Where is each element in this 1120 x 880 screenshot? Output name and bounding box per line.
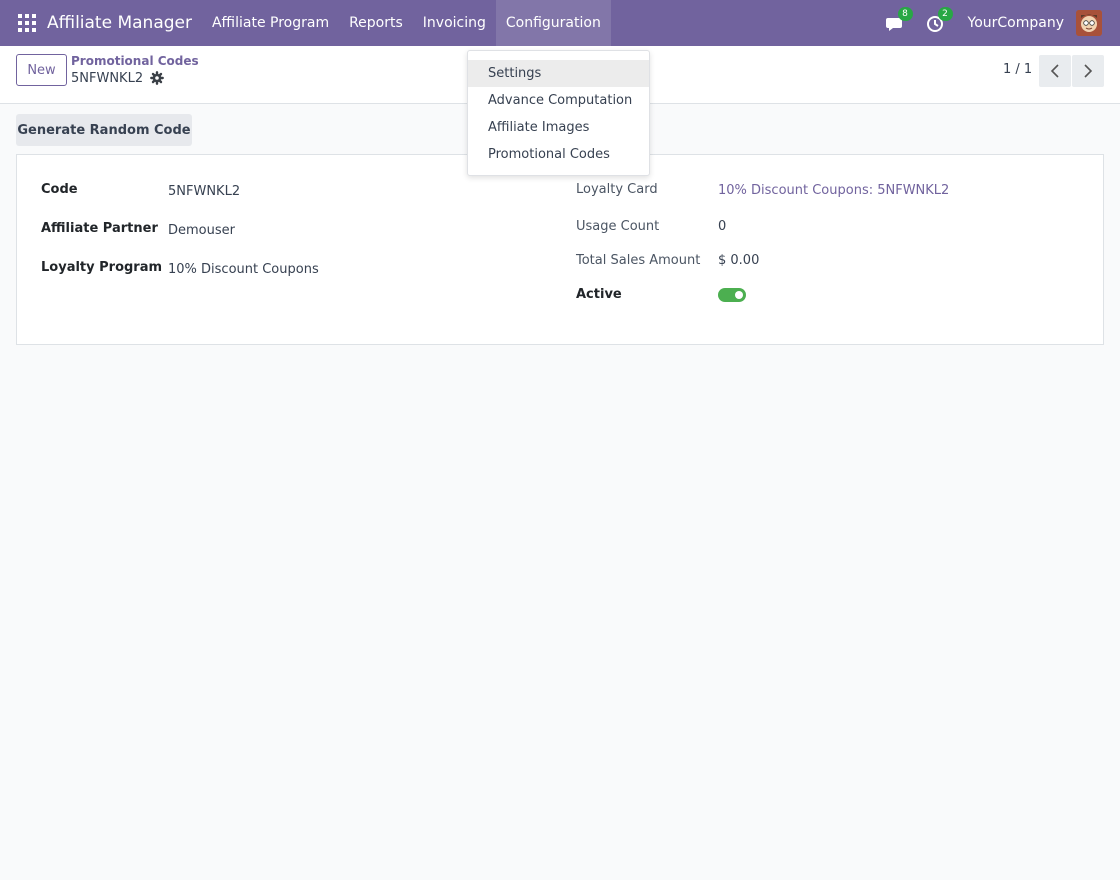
usage-count-label: Usage Count xyxy=(576,219,660,234)
configuration-dropdown: Settings Advance Computation Affiliate I… xyxy=(467,50,650,176)
loyalty-program-field[interactable]: 10% Discount Coupons xyxy=(168,262,319,277)
activities-badge: 2 xyxy=(937,7,953,21)
systray: 8 2 YourCompany xyxy=(885,0,1120,46)
menu-item-affiliate-images[interactable]: Affiliate Images xyxy=(468,114,649,141)
total-sales-amount-field: $ 0.00 xyxy=(718,253,760,268)
avatar-face-icon xyxy=(1076,10,1102,36)
affiliate-partner-label: Affiliate Partner xyxy=(41,221,158,236)
code-field[interactable]: 5NFWNKL2 xyxy=(168,184,240,199)
breadcrumb-current-record: 5NFWNKL2 xyxy=(71,71,144,86)
chevron-right-icon xyxy=(1084,64,1093,78)
generate-random-code-button[interactable]: Generate Random Code xyxy=(16,114,192,146)
active-toggle[interactable] xyxy=(718,288,746,302)
loyalty-card-link[interactable]: 10% Discount Coupons: 5NFWNKL2 xyxy=(718,183,949,198)
pager-previous-button[interactable] xyxy=(1039,55,1071,87)
activities-button[interactable]: 2 xyxy=(926,7,953,33)
menu-invoicing[interactable]: Invoicing xyxy=(413,0,496,46)
usage-count-field: 0 xyxy=(718,219,727,234)
gear-icon[interactable] xyxy=(150,71,164,85)
chevron-left-icon xyxy=(1050,64,1059,78)
active-label: Active xyxy=(576,287,622,302)
main-menu: Affiliate Program Reports Invoicing Conf… xyxy=(202,0,611,46)
loyalty-program-label: Loyalty Program xyxy=(41,260,163,275)
new-button[interactable]: New xyxy=(16,54,67,86)
total-sales-amount-label: Total Sales Amount xyxy=(576,253,701,268)
menu-reports[interactable]: Reports xyxy=(339,0,413,46)
code-label: Code xyxy=(41,182,78,197)
top-navbar: Affiliate Manager Affiliate Program Repo… xyxy=(0,0,1120,46)
affiliate-partner-field[interactable]: Demouser xyxy=(168,223,235,238)
messages-button[interactable]: 8 xyxy=(885,7,913,33)
loyalty-card-label: Loyalty Card xyxy=(576,182,658,197)
form-sheet: Code 5NFWNKL2 Affiliate Partner Demouser… xyxy=(16,154,1104,345)
pager-next-button[interactable] xyxy=(1072,55,1104,87)
app-name[interactable]: Affiliate Manager xyxy=(47,13,192,33)
pager-value[interactable]: 1 / 1 xyxy=(1003,62,1032,77)
menu-affiliate-program[interactable]: Affiliate Program xyxy=(202,0,339,46)
messages-badge: 8 xyxy=(897,7,913,21)
menu-item-settings[interactable]: Settings xyxy=(468,60,649,87)
company-switcher[interactable]: YourCompany xyxy=(968,15,1065,31)
app-grid-icon[interactable] xyxy=(18,14,36,32)
menu-item-promotional-codes[interactable]: Promotional Codes xyxy=(468,141,649,168)
menu-configuration[interactable]: Configuration xyxy=(495,0,611,46)
menu-item-advance-computation[interactable]: Advance Computation xyxy=(468,87,649,114)
user-avatar[interactable] xyxy=(1076,10,1102,36)
breadcrumb-promotional-codes[interactable]: Promotional Codes xyxy=(71,54,199,68)
